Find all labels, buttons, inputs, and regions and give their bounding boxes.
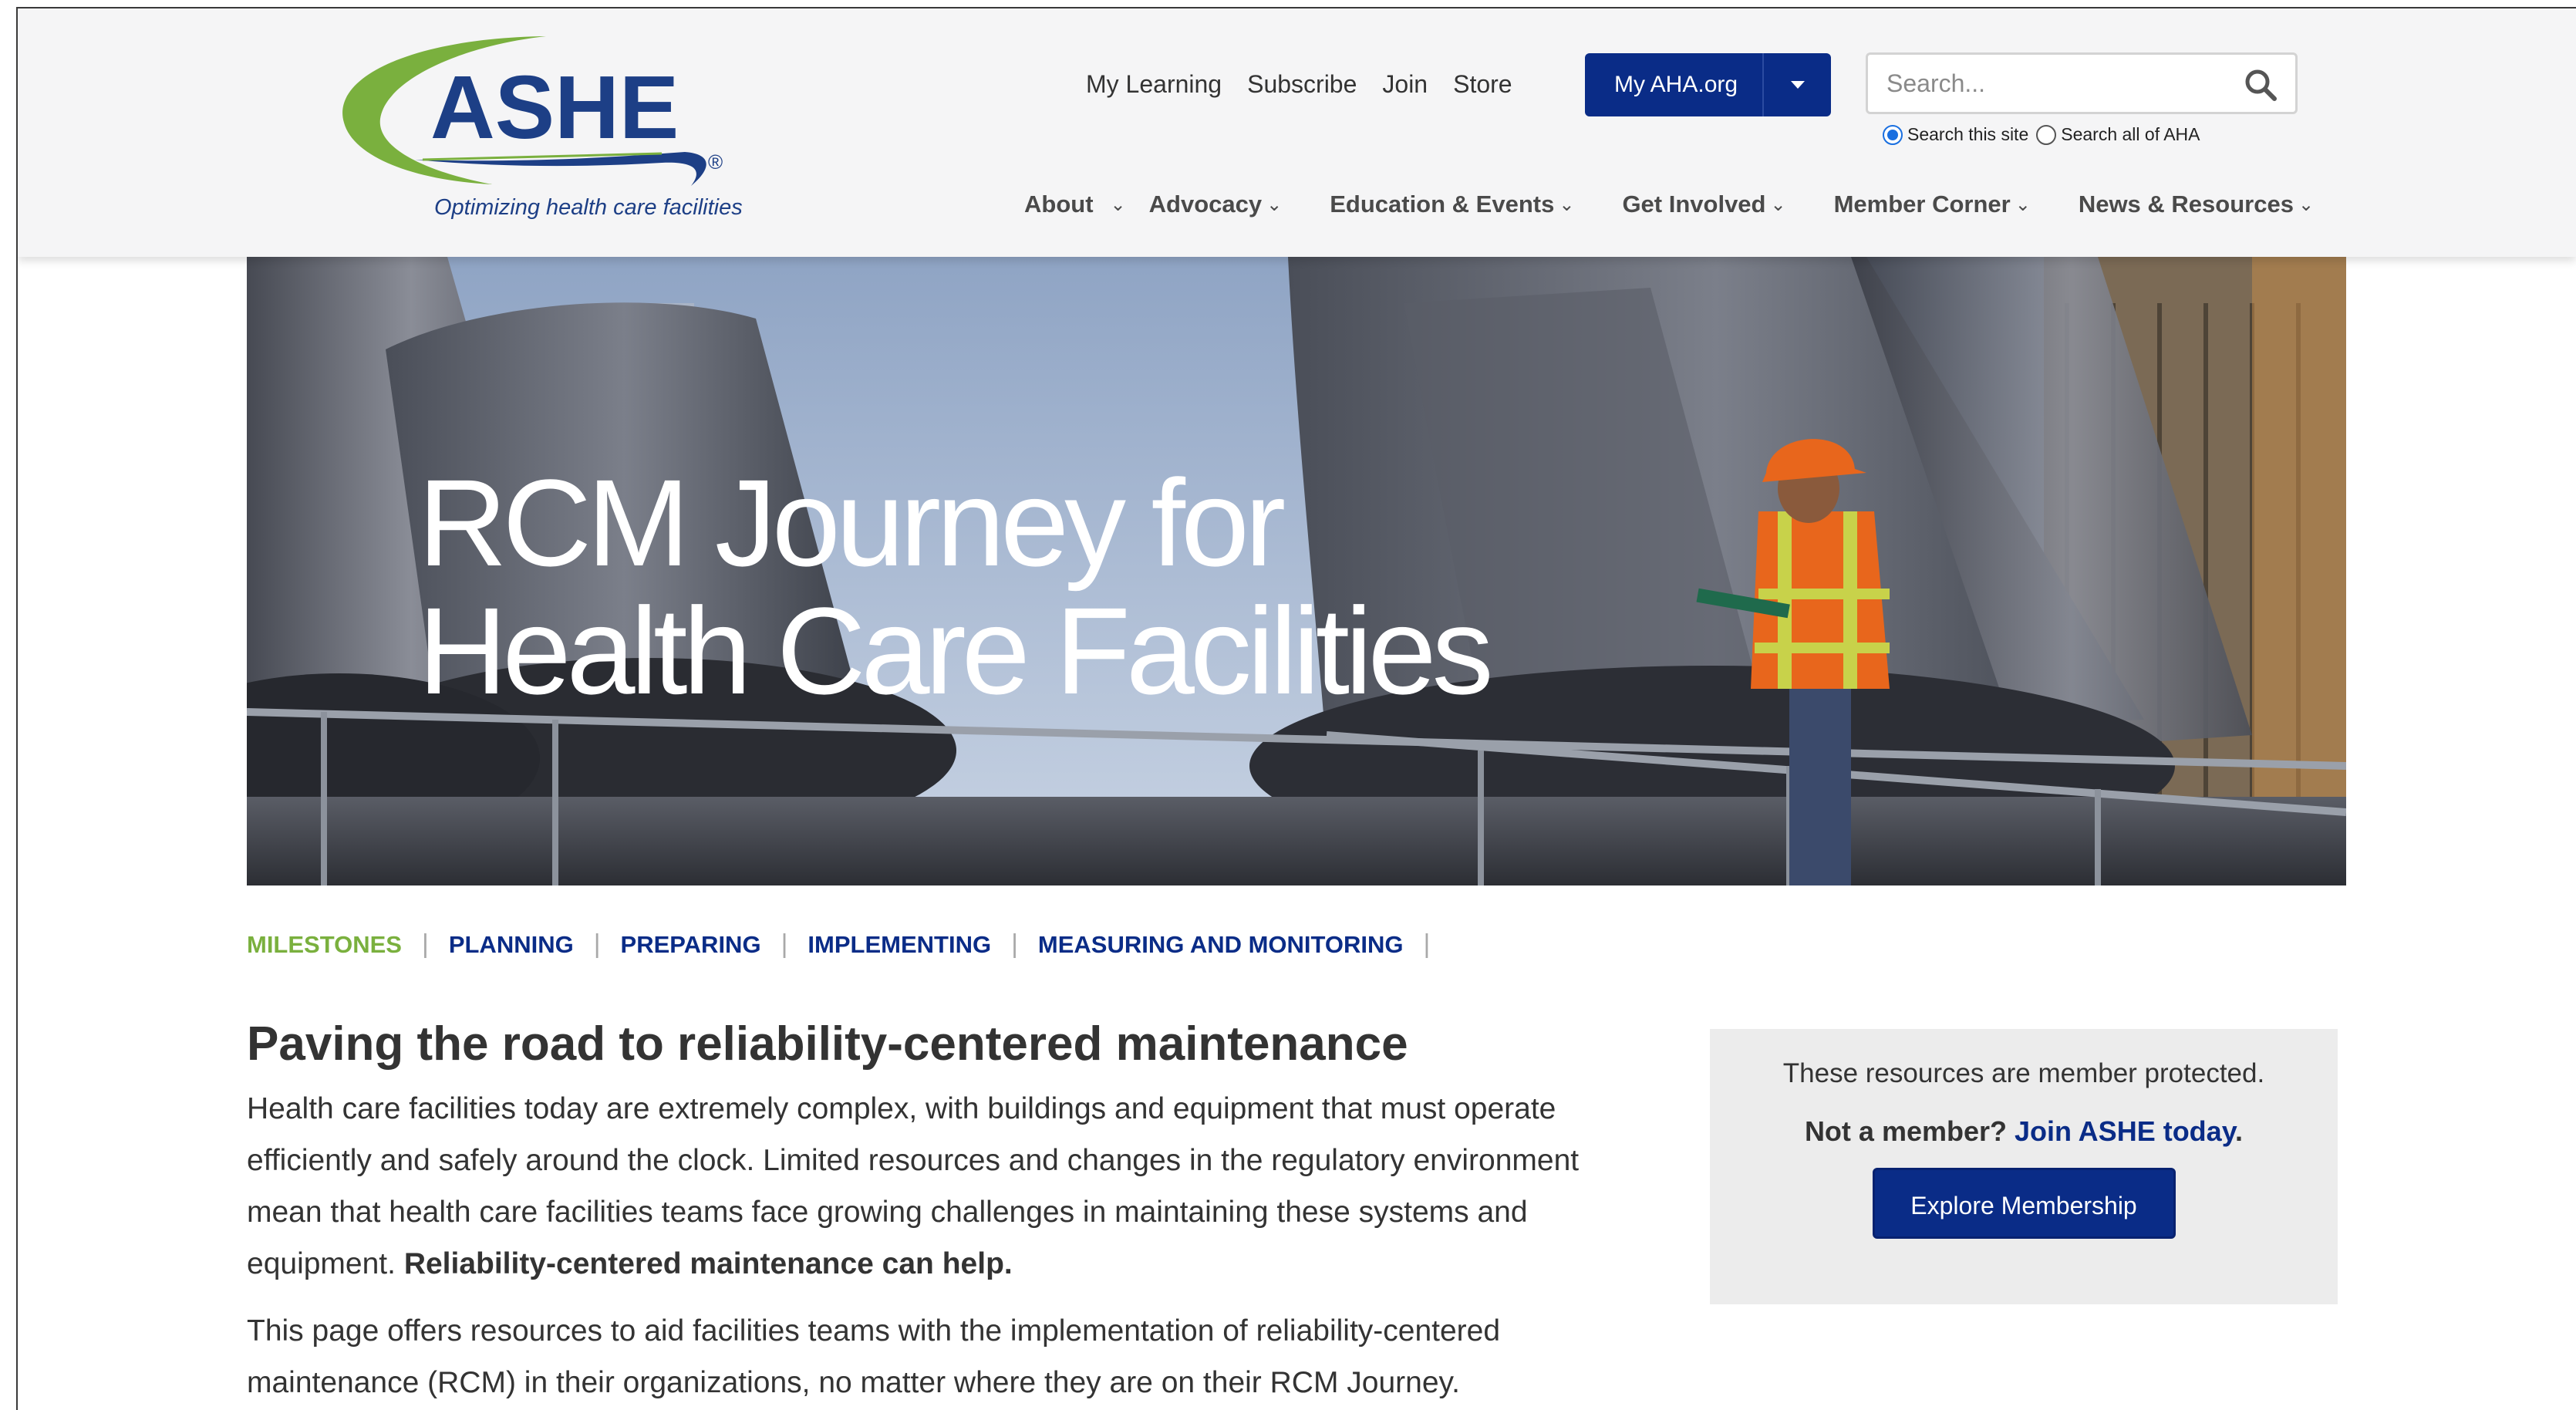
util-link-store[interactable]: Store — [1453, 70, 1512, 99]
my-aha-label: My AHA.org — [1614, 72, 1738, 97]
nav-item-get-involved[interactable]: Get Involved ⌄ — [1622, 191, 1785, 218]
article-heading: Paving the road to reliability-centered … — [247, 1017, 1408, 1071]
search-input[interactable] — [1886, 55, 2226, 112]
subnav-milestones[interactable]: MILESTONES — [247, 931, 402, 959]
nav-label-advocacy: Advocacy — [1148, 191, 1263, 218]
article-content: Paving the road to reliability-centered … — [247, 1015, 1650, 1408]
rcm-journey-subnav: MILESTONES | PLANNING | PREPARING | IMPL… — [247, 929, 1450, 960]
search-box — [1866, 52, 2298, 114]
util-link-join[interactable]: Join — [1382, 70, 1428, 99]
nav-label-member-corner: Member Corner — [1833, 191, 2011, 218]
member-protected-box: These resources are member protected. No… — [1710, 1029, 2338, 1304]
subnav-implementing[interactable]: IMPLEMENTING — [808, 931, 991, 959]
hero-title-line1: RCM Journey for — [418, 454, 1286, 592]
subnav-separator: | — [1423, 929, 1431, 959]
join-prompt: Not a member? Join ASHE today. — [1710, 1115, 2338, 1148]
subnav-separator: | — [1011, 929, 1018, 959]
logo-tagline: Optimizing health care facilities — [434, 195, 743, 220]
chevron-down-icon: ⌄ — [1559, 194, 1575, 215]
utility-nav: My Learning Subscribe Join Store — [1086, 70, 1512, 99]
site-header: ASHE ® Optimizing health care facilities… — [18, 8, 2576, 257]
subnav-preparing[interactable]: PREPARING — [621, 931, 761, 959]
search-all-aha-option[interactable]: Search all of AHA — [2036, 124, 2200, 145]
subnav-separator: | — [781, 929, 788, 959]
main-nav: About ⌄ Advocacy ⌄ Education & Events ⌄ … — [1024, 191, 2314, 218]
nav-item-about[interactable]: About ⌄ — [1024, 191, 1126, 218]
util-link-my-learning[interactable]: My Learning — [1086, 70, 1222, 99]
util-link-subscribe[interactable]: Subscribe — [1247, 70, 1357, 99]
radio-search-all-aha[interactable] — [2036, 124, 2057, 145]
subnav-separator: | — [593, 929, 601, 959]
subnav-planning[interactable]: PLANNING — [449, 931, 574, 959]
chevron-down-icon: ⌄ — [1770, 194, 1786, 215]
join-prompt-period: . — [2235, 1115, 2244, 1147]
subnav-measuring-monitoring[interactable]: MEASURING AND MONITORING — [1038, 931, 1404, 959]
nav-label-news-resources: News & Resources — [2078, 191, 2294, 218]
chevron-down-icon: ⌄ — [2298, 194, 2315, 215]
nav-label-get-involved: Get Involved — [1622, 191, 1766, 218]
radio-label-search-all-aha: Search all of AHA — [2061, 124, 2200, 144]
my-aha-dropdown-toggle[interactable] — [1764, 81, 1831, 89]
search-icon[interactable] — [2243, 67, 2278, 103]
nav-item-news-resources[interactable]: News & Resources ⌄ — [2079, 191, 2314, 218]
caret-down-icon — [1790, 81, 1805, 89]
nav-label-education-events: Education & Events — [1330, 191, 1555, 218]
svg-text:ASHE: ASHE — [430, 57, 679, 157]
my-aha-button[interactable]: My AHA.org — [1585, 53, 1831, 116]
nav-item-advocacy[interactable]: Advocacy ⌄ — [1149, 191, 1283, 218]
search-scope-options: Search this site Search all of AHA — [1883, 124, 2208, 145]
join-ashe-link[interactable]: Join ASHE today — [2015, 1115, 2235, 1147]
chevron-down-icon: ⌄ — [1266, 194, 1283, 215]
join-prompt-text: Not a member? — [1804, 1115, 2007, 1147]
nav-label-about: About — [1024, 191, 1094, 218]
article-paragraph-1: Health care facilities today are extreme… — [247, 1083, 1650, 1290]
browser-viewport: ASHE ® Optimizing health care facilities… — [16, 7, 2576, 1410]
article-paragraph-2: This page offers resources to aid facili… — [247, 1314, 1501, 1399]
hero-title: RCM Journey for Health Care Facilities — [418, 454, 1494, 720]
member-protected-notice: These resources are member protected. — [1782, 1058, 2265, 1088]
nav-item-member-corner[interactable]: Member Corner ⌄ — [1834, 191, 2031, 218]
radio-search-this-site[interactable] — [1883, 124, 1903, 145]
subnav-separator: | — [421, 929, 429, 959]
hero-banner: RCM Journey for Health Care Facilities — [247, 257, 2346, 885]
chevron-down-icon: ⌄ — [1110, 194, 1126, 215]
explore-membership-button[interactable]: Explore Membership — [1872, 1168, 2176, 1239]
chevron-down-icon: ⌄ — [2015, 194, 2031, 215]
radio-label-search-this-site: Search this site — [1907, 124, 2029, 144]
hero-title-line2: Health Care Facilities — [418, 582, 1494, 720]
article-paragraph-1-emphasis: Reliability-centered maintenance can hel… — [403, 1247, 1013, 1280]
svg-text:®: ® — [708, 150, 723, 174]
nav-item-education-events[interactable]: Education & Events ⌄ — [1330, 191, 1574, 218]
search-this-site-option[interactable]: Search this site — [1883, 124, 2028, 145]
